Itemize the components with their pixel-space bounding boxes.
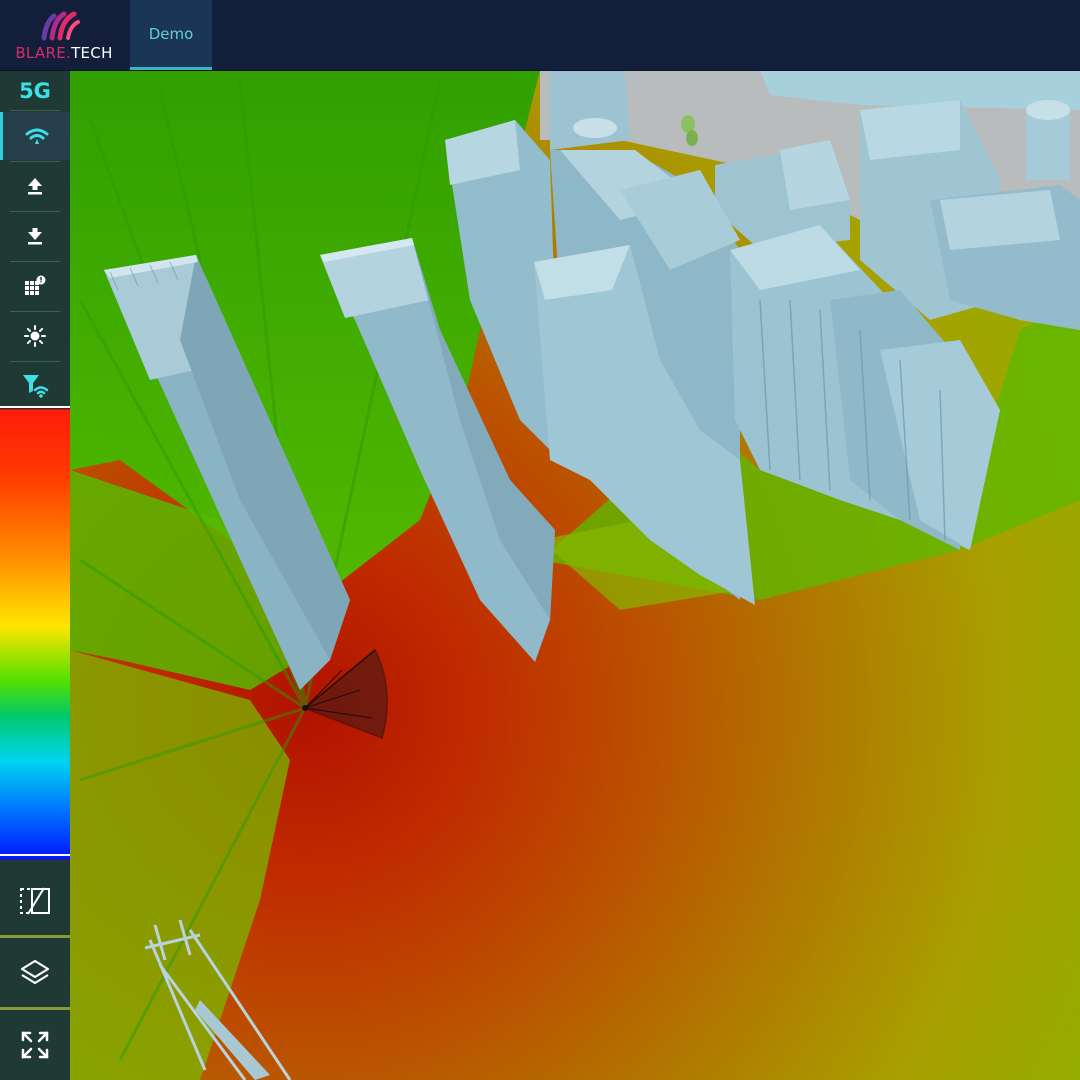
logo-mark-icon — [41, 11, 80, 41]
fullscreen-button[interactable] — [0, 1012, 70, 1078]
network-label: 5G — [19, 79, 51, 103]
signal-colorbar — [0, 410, 70, 860]
sidebar-divider — [10, 110, 60, 111]
sidebar-divider — [0, 1007, 70, 1010]
map-3d-view[interactable] — [70, 70, 1080, 1080]
sun-button[interactable] — [0, 312, 70, 360]
sun-icon — [24, 325, 46, 347]
measure-area-button[interactable] — [0, 868, 70, 934]
grid-alert-icon — [25, 275, 46, 295]
logo-tech: TECH — [71, 44, 113, 62]
coverage-scene[interactable] — [70, 70, 1080, 1080]
colorbar-bottom-line-blue — [0, 858, 70, 860]
upload-icon — [28, 178, 42, 195]
signal-button[interactable] — [0, 112, 70, 160]
app-root: BLARE.TECH Demo 5G — [0, 0, 1080, 1080]
measure-area-icon — [20, 887, 50, 915]
download-button[interactable] — [0, 212, 70, 260]
top-bar: BLARE.TECH Demo — [0, 0, 1080, 71]
sidebar: 5G — [0, 70, 70, 1080]
colorbar-bottom-line — [0, 854, 70, 856]
upload-button[interactable] — [0, 162, 70, 210]
logo[interactable]: BLARE.TECH — [0, 0, 128, 70]
download-icon — [28, 228, 42, 245]
tab-demo[interactable]: Demo — [130, 0, 212, 70]
fullscreen-icon — [21, 1031, 49, 1059]
logo-text: BLARE.TECH — [0, 44, 128, 62]
layers-icon — [20, 959, 50, 985]
logo-brand: BLARE — [15, 44, 66, 62]
filter-button[interactable] — [0, 362, 70, 410]
layers-button[interactable] — [0, 940, 70, 1006]
grid-button[interactable] — [0, 262, 70, 310]
filter-signal-icon — [23, 375, 49, 398]
colorbar-top-line — [0, 406, 70, 408]
sidebar-divider — [0, 935, 70, 938]
signal-wifi-icon — [25, 128, 48, 144]
